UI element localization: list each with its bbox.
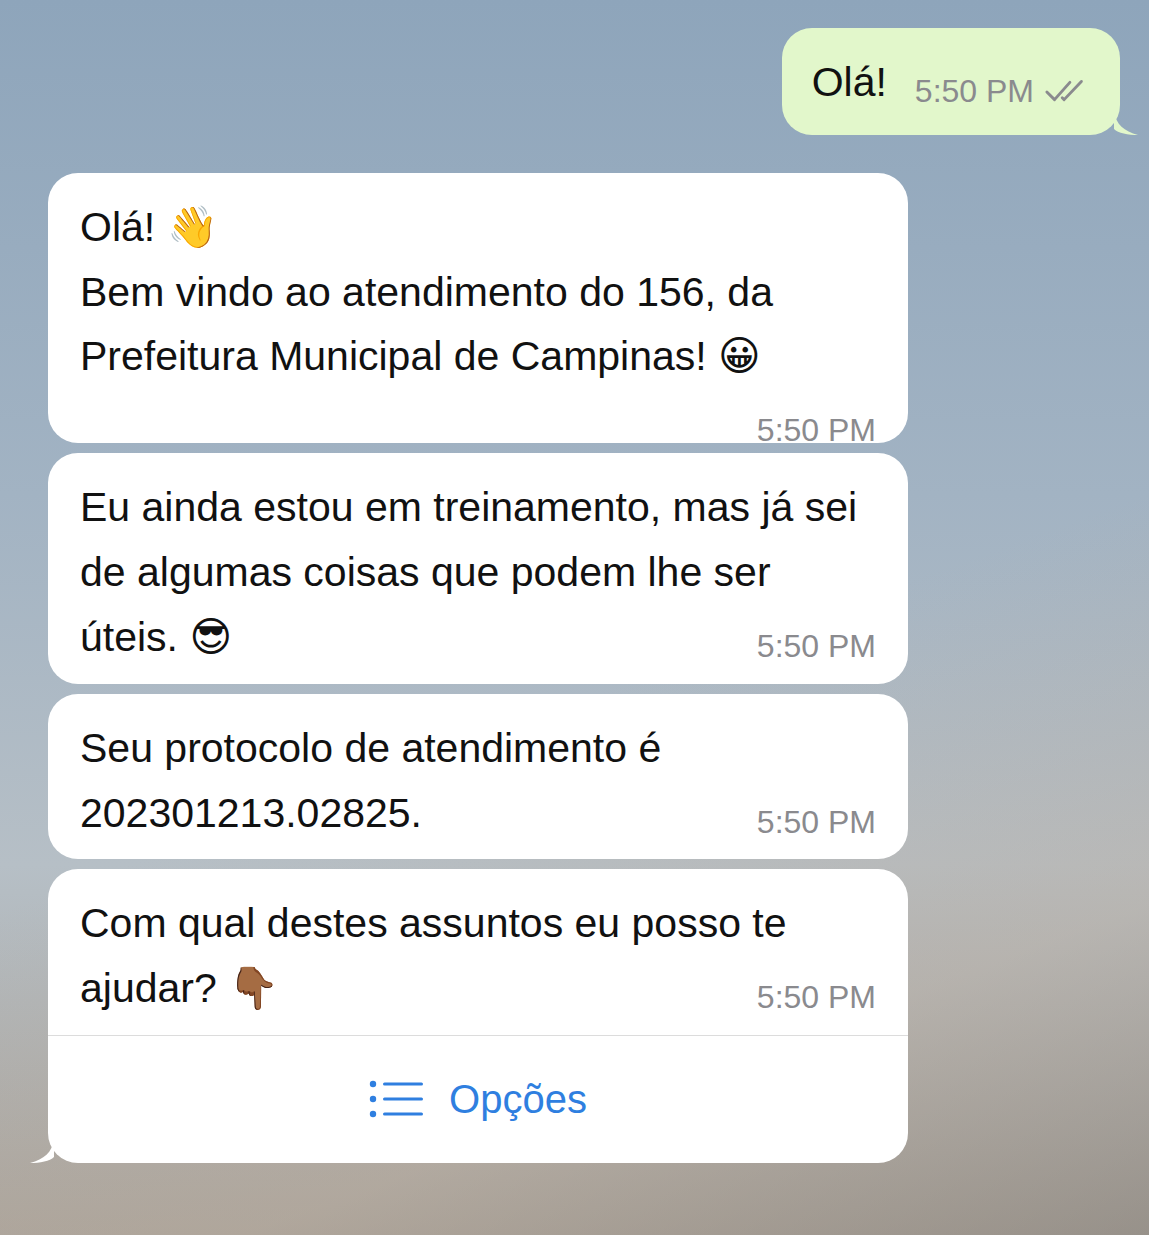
message-bubble: Com qual destes assuntos eu posso te aju… bbox=[48, 869, 908, 1163]
chat-screen: Olá! 5:50 PM Olá! 👋 Bem vindo ao atendimen… bbox=[0, 0, 1149, 1235]
message-row: Seu protocolo de atendimento é 202301213… bbox=[0, 694, 1149, 860]
message-body: Olá! 👋 Bem vindo ao atendimento do 156, … bbox=[48, 173, 908, 403]
message-meta: 5:50 PM bbox=[915, 72, 1090, 110]
message-text: Olá! 👋 Bem vindo ao atendimento do 156, … bbox=[80, 204, 784, 380]
message-body: Olá! 5:50 PM bbox=[782, 28, 1120, 135]
double-check-icon bbox=[1044, 77, 1090, 105]
message-bubble: Olá! 👋 Bem vindo ao atendimento do 156, … bbox=[48, 173, 908, 444]
message-row: Eu ainda estou em treinamento, mas já se… bbox=[0, 453, 1149, 683]
message-text: Olá! bbox=[812, 59, 887, 105]
message-bubble: Olá! 5:50 PM bbox=[782, 28, 1120, 135]
message-time: 5:50 PM bbox=[757, 411, 876, 449]
message-meta: 5:50 PM bbox=[757, 978, 876, 1016]
message-row: Olá! 5:50 PM bbox=[0, 28, 1149, 135]
message-body: Eu ainda estou em treinamento, mas já se… bbox=[48, 453, 908, 683]
message-text: Seu protocolo de atendimento é 202301213… bbox=[80, 725, 673, 836]
message-text: Com qual destes assuntos eu posso te aju… bbox=[80, 900, 798, 1011]
options-button[interactable]: Opções bbox=[48, 1035, 908, 1163]
message-body: Com qual destes assuntos eu posso te aju… bbox=[48, 869, 908, 1035]
message-time: 5:50 PM bbox=[757, 978, 876, 1016]
list-icon bbox=[369, 1079, 423, 1119]
message-bubble: Seu protocolo de atendimento é 202301213… bbox=[48, 694, 908, 860]
message-meta: 5:50 PM bbox=[757, 627, 876, 665]
message-time: 5:50 PM bbox=[757, 627, 876, 665]
message-text: Eu ainda estou em treinamento, mas já se… bbox=[80, 484, 869, 660]
message-time: 5:50 PM bbox=[915, 72, 1034, 110]
bubble-tail-icon bbox=[30, 1139, 54, 1163]
message-meta: 5:50 PM bbox=[757, 411, 876, 449]
message-row: Com qual destes assuntos eu posso te aju… bbox=[0, 869, 1149, 1163]
message-row: Olá! 👋 Bem vindo ao atendimento do 156, … bbox=[0, 173, 1149, 444]
message-bubble: Eu ainda estou em treinamento, mas já se… bbox=[48, 453, 908, 683]
message-body: Seu protocolo de atendimento é 202301213… bbox=[48, 694, 908, 860]
message-meta: 5:50 PM bbox=[757, 803, 876, 841]
message-time: 5:50 PM bbox=[757, 803, 876, 841]
bubble-tail-icon bbox=[1114, 111, 1138, 135]
